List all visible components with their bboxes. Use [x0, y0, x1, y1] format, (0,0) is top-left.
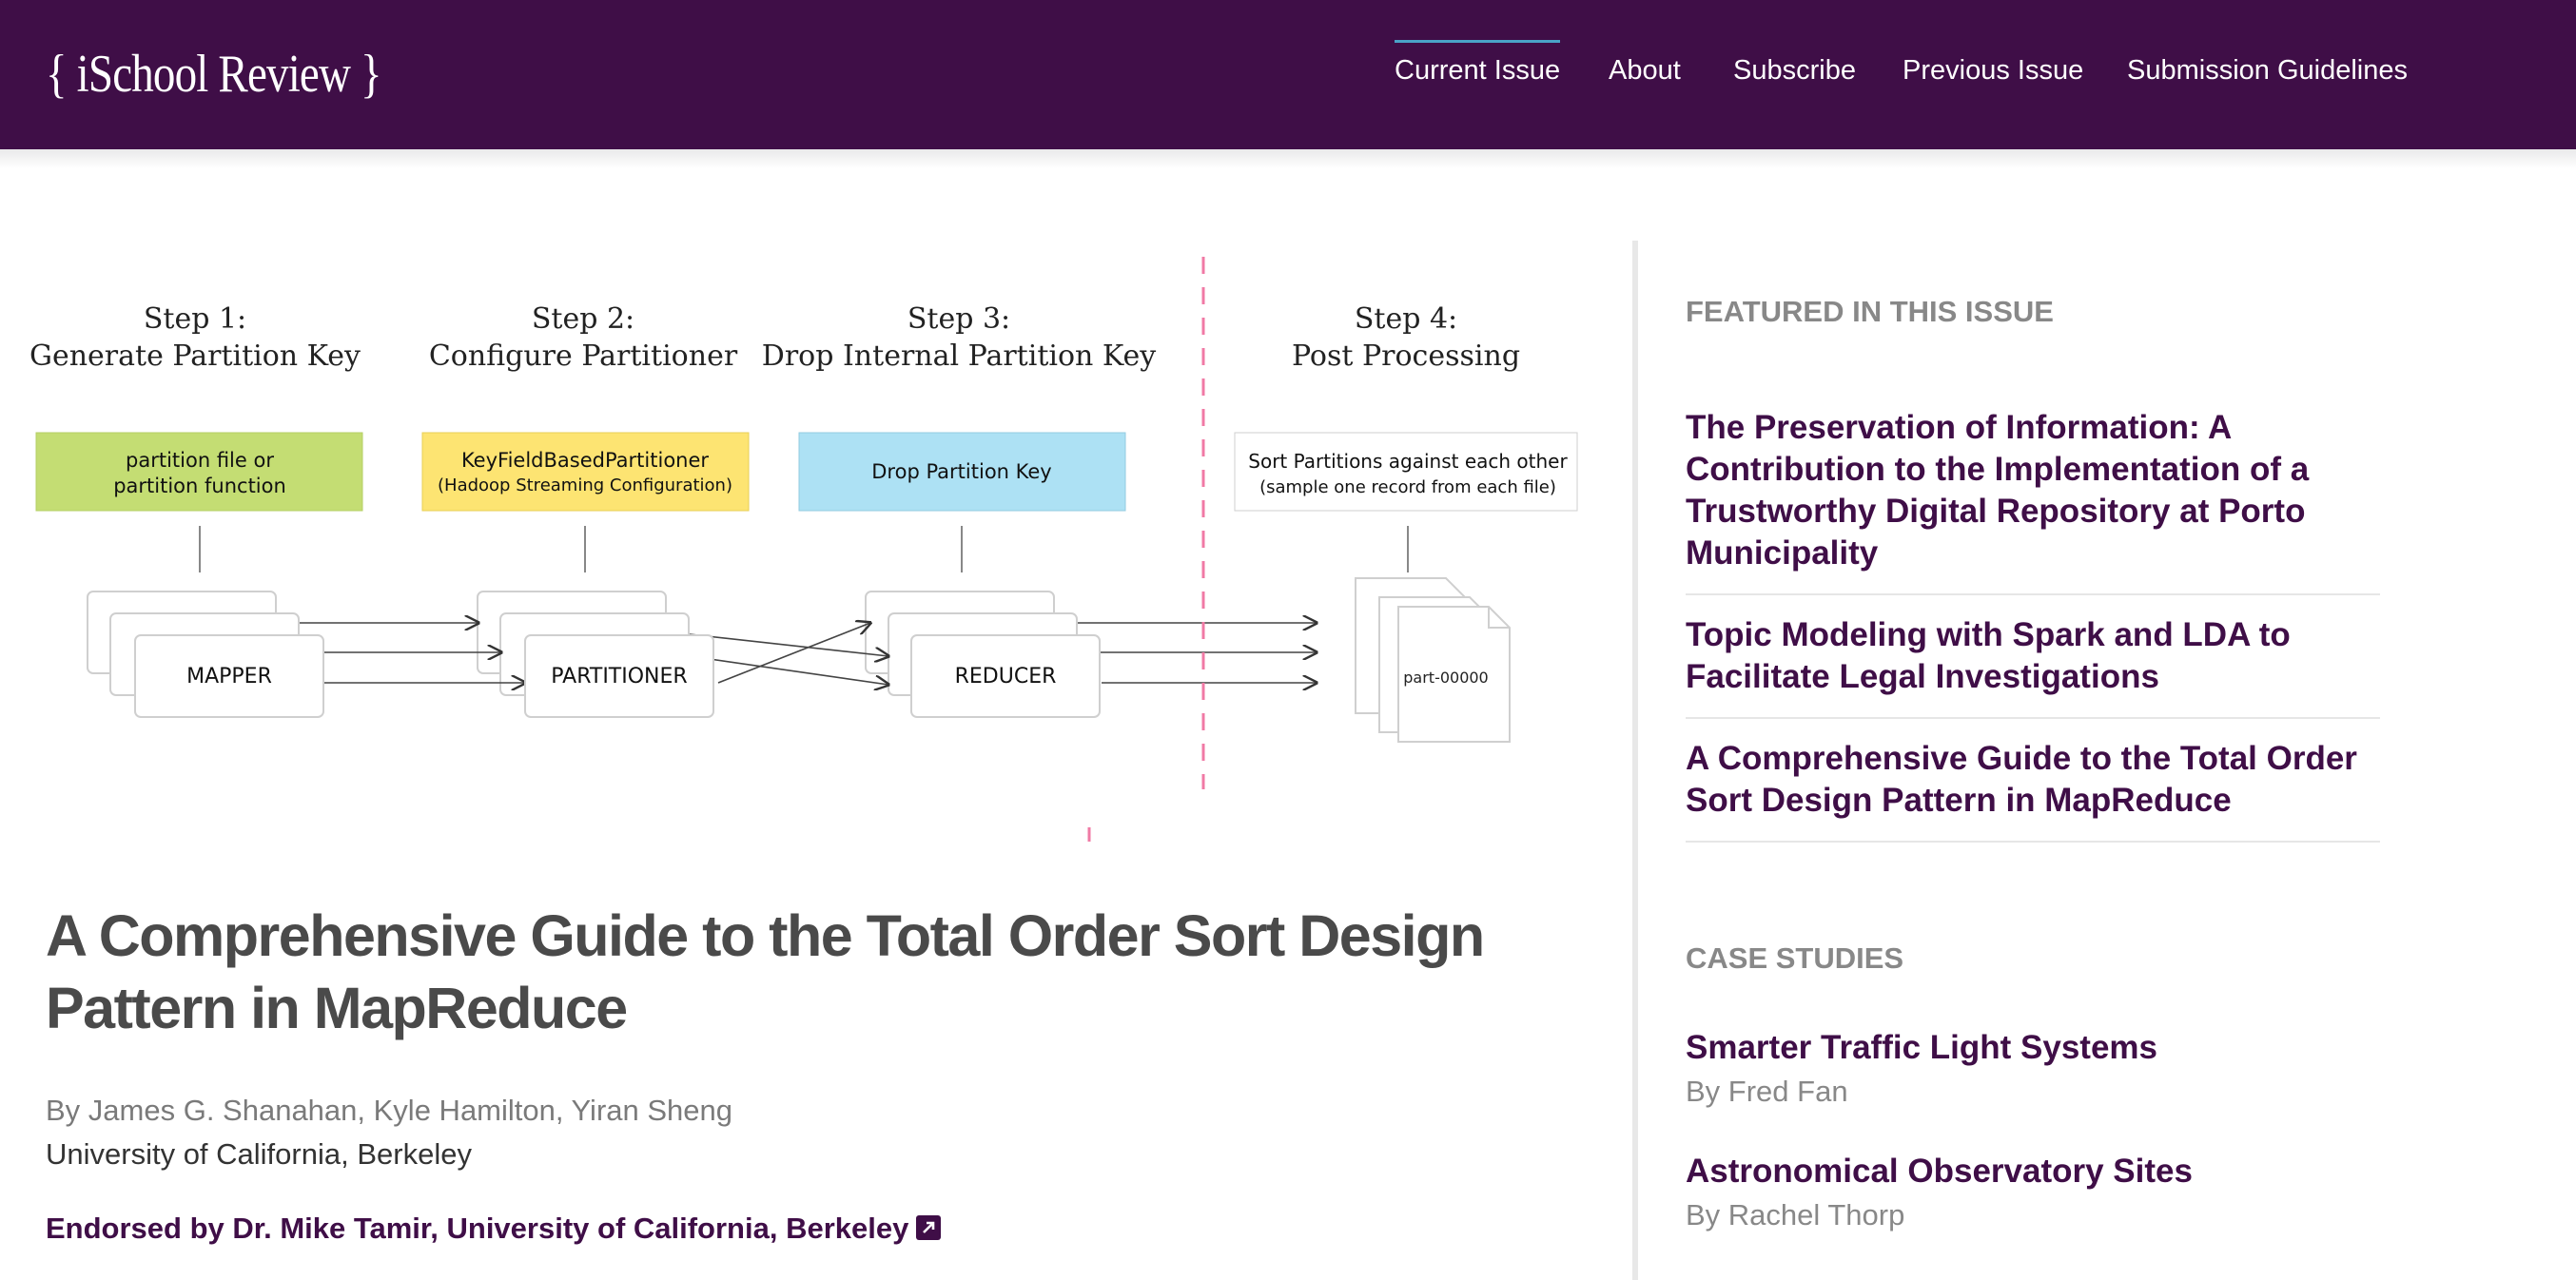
external-link-icon: [916, 1215, 942, 1240]
step3-box-line1: Drop Partition Key: [871, 460, 1051, 483]
step1-box-line2: partition function: [113, 475, 286, 497]
step3-title: Step 3:: [907, 302, 1010, 336]
step2-box: [421, 432, 750, 512]
sidebar-divider: [1632, 241, 1638, 1280]
nav-previous-issue[interactable]: Previous Issue: [1903, 55, 2083, 87]
nav-about[interactable]: About: [1609, 55, 1681, 87]
step2-subtitle: Configure Partitioner: [429, 339, 738, 373]
case-studies-heading: CASE STUDIES: [1686, 941, 1904, 975]
nav-submission-guidelines[interactable]: Submission Guidelines: [2127, 55, 2408, 87]
featured-item[interactable]: Topic Modeling with Spark and LDA to Fac…: [1686, 614, 2380, 719]
site-logo[interactable]: { iSchool Review }: [46, 44, 382, 105]
article-title: A Comprehensive Guide to the Total Order…: [46, 903, 1485, 1040]
featured-list: The Preservation of Information: A Contr…: [1686, 407, 2380, 862]
featured-heading: FEATURED IN THIS ISSUE: [1686, 295, 2054, 328]
step4-subtitle: Post Processing: [1292, 339, 1520, 373]
step1-box-line1: partition file or: [126, 449, 274, 472]
nav-current-issue[interactable]: Current Issue: [1395, 40, 1561, 87]
partitioner-label: PARTITIONER: [551, 665, 687, 688]
article-figure: Step 1: Generate Partition Key Step 2: C…: [29, 257, 1589, 856]
endorsement-link[interactable]: Endorsed by Dr. Mike Tamir, University o…: [46, 1212, 942, 1246]
nav-subscribe[interactable]: Subscribe: [1733, 55, 1856, 87]
reducer-label: REDUCER: [955, 665, 1057, 688]
mapreduce-diagram: Step 1: Generate Partition Key Step 2: C…: [29, 257, 1578, 842]
output-file-label: part-00000: [1403, 669, 1488, 687]
top-navigation-bar: { iSchool Review } Current Issue About S…: [0, 0, 2576, 149]
step3-subtitle: Drop Internal Partition Key: [762, 339, 1157, 373]
step4-title: Step 4:: [1355, 302, 1457, 336]
case-study-author: By Rachel Thorp: [1686, 1198, 1905, 1232]
endorsement-text: Endorsed by Dr. Mike Tamir, University o…: [46, 1212, 909, 1245]
step4-box-line1: Sort Partitions against each other: [1248, 450, 1568, 473]
step1-box: [35, 432, 363, 512]
step1-title: Step 1:: [144, 302, 246, 336]
article-byline: By James G. Shanahan, Kyle Hamilton, Yir…: [46, 1094, 733, 1127]
step4-box-line2: (sample one record from each file): [1259, 477, 1556, 497]
article-affiliation: University of California, Berkeley: [46, 1137, 472, 1171]
case-study-item: Astronomical Observatory Sites By Rachel…: [1686, 1151, 2380, 1236]
step2-title: Step 2:: [532, 302, 634, 336]
case-study-title[interactable]: Astronomical Observatory Sites: [1686, 1151, 2380, 1193]
featured-item[interactable]: A Comprehensive Guide to the Total Order…: [1686, 738, 2380, 843]
mapper-label: MAPPER: [186, 665, 272, 688]
step2-box-line1: KeyFieldBasedPartitioner: [461, 449, 709, 472]
case-study-author: By Fred Fan: [1686, 1075, 1848, 1108]
step1-subtitle: Generate Partition Key: [29, 339, 361, 373]
case-study-title[interactable]: Smarter Traffic Light Systems: [1686, 1027, 2380, 1069]
header-shadow: [0, 149, 2576, 168]
case-study-item: Smarter Traffic Light Systems By Fred Fa…: [1686, 1027, 2380, 1113]
step2-box-line2: (Hadoop Streaming Configuration): [438, 475, 732, 495]
featured-item[interactable]: The Preservation of Information: A Contr…: [1686, 407, 2380, 595]
